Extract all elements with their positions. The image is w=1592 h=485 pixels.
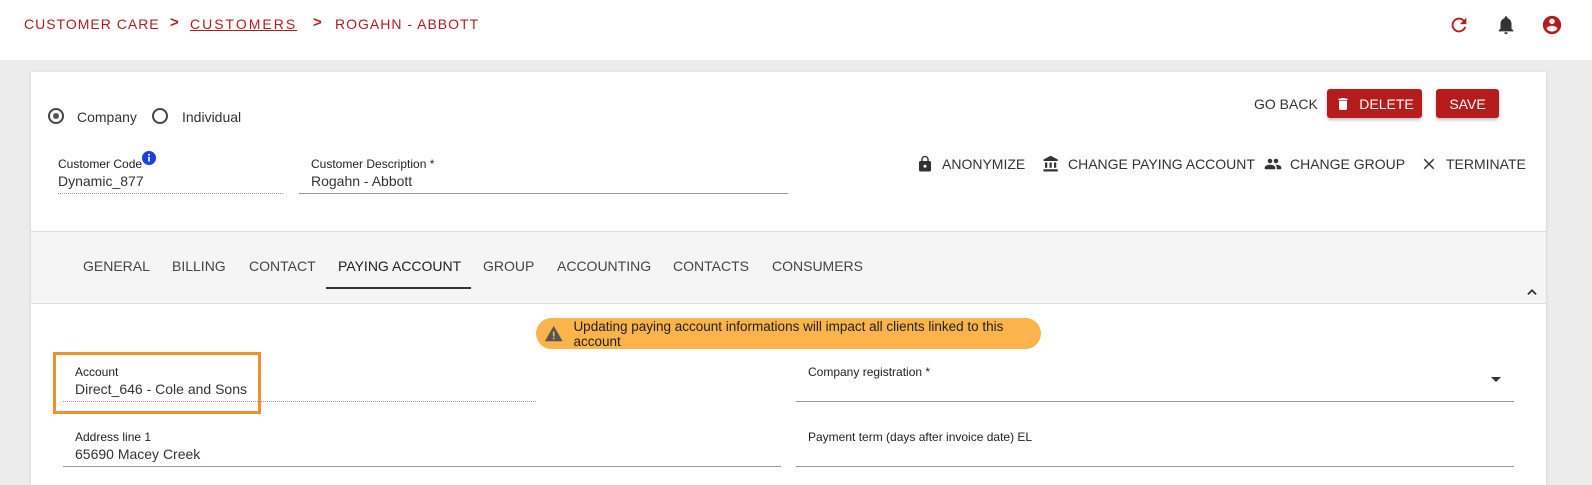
change-group-label: CHANGE GROUP	[1290, 156, 1406, 172]
customer-description-label: Customer Description *	[311, 157, 435, 171]
customer-description-underline	[299, 193, 788, 194]
group-icon	[1264, 158, 1282, 170]
breadcrumb-customer-care[interactable]: CUSTOMER CARE	[24, 16, 160, 32]
tab-contact[interactable]: CONTACT	[249, 258, 316, 274]
top-bar: CUSTOMER CARE > CUSTOMERS > ROGAHN - ABB…	[0, 0, 1592, 60]
change-group-button[interactable]: CHANGE GROUP	[1264, 155, 1405, 173]
breadcrumb-separator: >	[170, 14, 179, 31]
address-line-1-underline	[63, 466, 781, 467]
lock-icon	[919, 155, 931, 172]
address-line-1-label: Address line 1	[75, 430, 152, 444]
radio-company[interactable]	[48, 108, 64, 124]
tab-paying-account[interactable]: PAYING ACCOUNT	[338, 258, 461, 274]
save-button[interactable]: SAVE	[1436, 89, 1499, 118]
breadcrumb-customers[interactable]: CUSTOMERS	[190, 16, 297, 32]
change-paying-account-button[interactable]: CHANGE PAYING ACCOUNT	[1042, 155, 1255, 173]
delete-button[interactable]: DELETE	[1327, 89, 1422, 118]
account-value[interactable]: Direct_646 - Cole and Sons	[75, 381, 247, 397]
tab-general[interactable]: GENERAL	[83, 258, 150, 274]
close-icon	[1423, 158, 1435, 170]
change-paying-account-label: CHANGE PAYING ACCOUNT	[1068, 156, 1255, 172]
dropdown-arrow-icon[interactable]	[1491, 377, 1501, 382]
trash-icon	[1338, 97, 1348, 110]
radio-company-label[interactable]: Company	[77, 109, 137, 125]
warning-icon	[544, 325, 563, 341]
radio-individual-label[interactable]: Individual	[182, 109, 241, 125]
terminate-button[interactable]: TERMINATE	[1420, 155, 1526, 173]
account-label: Account	[75, 365, 119, 379]
customer-code-label: Customer Code	[58, 157, 143, 171]
tab-consumers[interactable]: CONSUMERS	[772, 258, 863, 274]
warning-text: Updating paying account informations wil…	[573, 318, 1004, 349]
company-registration-underline	[796, 401, 1514, 402]
company-registration-label: Company registration *	[808, 365, 931, 379]
save-button-label: SAVE	[1449, 95, 1486, 112]
terminate-label: TERMINATE	[1446, 156, 1526, 172]
account-underline	[63, 401, 536, 402]
tab-group[interactable]: GROUP	[483, 258, 534, 274]
payment-term-underline	[796, 466, 1514, 467]
bank-icon	[1043, 155, 1058, 172]
tab-billing[interactable]: BILLING	[172, 258, 226, 274]
chevron-up-icon[interactable]	[1525, 285, 1539, 299]
breadcrumb-current: ROGAHN - ABBOTT	[335, 16, 480, 32]
bell-icon[interactable]	[1495, 14, 1517, 36]
anonymize-label: ANONYMIZE	[942, 156, 1026, 172]
customer-description-input[interactable]: Rogahn - Abbott	[311, 173, 412, 189]
payment-term-label: Payment term (days after invoice date) E…	[808, 430, 1033, 444]
go-back-button[interactable]: GO BACK	[1254, 96, 1318, 112]
warning-banner: Updating paying account informations wil…	[536, 318, 1041, 349]
tab-contacts[interactable]: CONTACTS	[673, 258, 749, 274]
breadcrumb-separator: >	[313, 14, 322, 31]
refresh-icon[interactable]	[1448, 14, 1470, 36]
address-line-1-input[interactable]: 65690 Macey Creek	[75, 446, 200, 462]
delete-button-label: DELETE	[1359, 95, 1414, 112]
info-icon[interactable]	[142, 151, 156, 165]
tab-accounting[interactable]: ACCOUNTING	[557, 258, 651, 274]
anonymize-button[interactable]: ANONYMIZE	[916, 155, 1025, 173]
customer-code-underline	[58, 193, 283, 194]
active-tab-indicator	[326, 287, 471, 289]
radio-individual[interactable]	[152, 108, 168, 124]
account-icon[interactable]	[1541, 14, 1563, 36]
customer-code-value: Dynamic_877	[58, 173, 144, 189]
